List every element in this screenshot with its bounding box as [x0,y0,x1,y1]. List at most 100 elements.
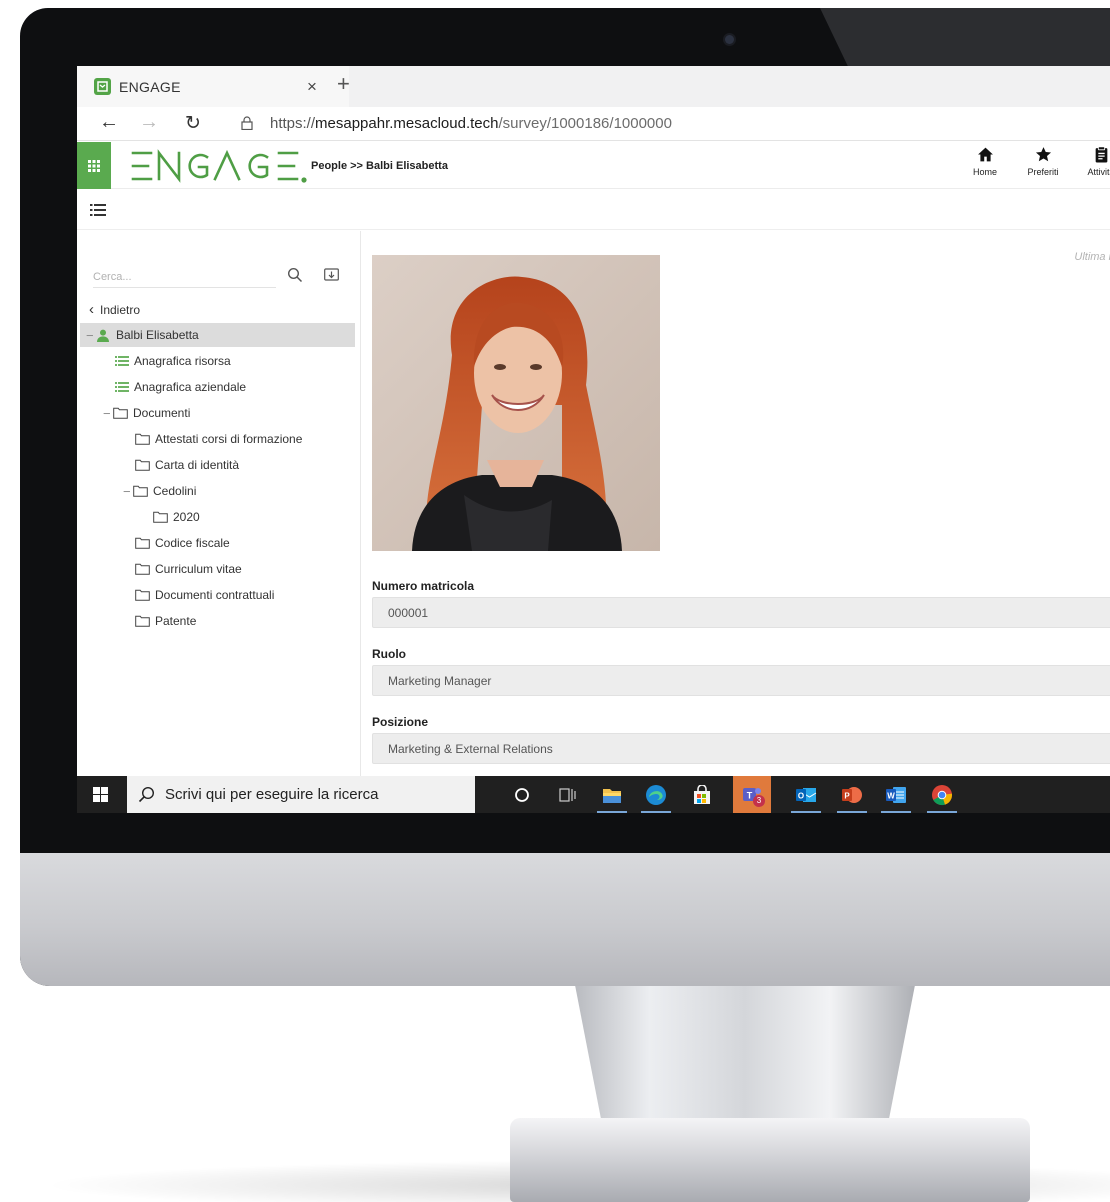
export-icon[interactable] [324,268,339,282]
active-app-indicator [641,811,671,813]
posizione-field[interactable]: Marketing & External Relations [372,733,1110,764]
teams-notification-badge: 3 [753,795,765,807]
word-icon[interactable]: W [881,782,911,813]
taskbar-search-text: Scrivi qui per eseguire la ricerca [165,786,379,803]
tree-item-label: Balbi Elisabetta [116,328,199,342]
tree-item-balbi-elisabetta[interactable]: − Balbi Elisabetta [80,323,355,347]
browser-tab[interactable]: ENGAGE × [77,66,349,107]
tree-item-label: Anagrafica risorsa [134,354,231,368]
engage-favicon-icon [94,78,111,95]
lock-icon [241,116,253,130]
engage-logo[interactable] [129,146,309,186]
numero-matricola-field[interactable]: 000001 [372,597,1110,628]
tree-item-label: 2020 [173,510,200,524]
chrome-icon[interactable] [927,782,957,813]
monitor-stand-neck [575,985,915,1125]
url-field[interactable]: https://mesappahr.mesacloud.tech/survey/… [270,115,672,132]
active-app-indicator [927,811,957,813]
tree-item-2020[interactable]: 2020 [153,505,200,529]
list-icon [115,382,129,392]
task-view-icon[interactable] [555,782,581,808]
folder-icon [135,615,150,627]
sidebar-search-input[interactable] [93,266,276,288]
monitor-glare [820,8,1110,70]
new-tab-icon[interactable]: + [337,71,350,97]
collapse-icon: − [123,483,131,499]
folder-icon [135,589,150,601]
collapse-icon: − [86,327,94,343]
powerpoint-icon[interactable]: P [837,782,867,813]
monitor-stand-base [510,1118,1030,1202]
toolbar-activities-label: Attività [1087,167,1110,177]
star-icon [1035,147,1051,162]
tree-item-label: Documenti [133,406,191,420]
active-app-indicator [791,811,821,813]
monitor: ENGAGE × + ← → ↻ https://mesappahr.mesac… [20,8,1110,986]
reload-icon[interactable]: ↻ [185,112,201,135]
windows-start-icon[interactable] [93,787,108,802]
app-header: People >> Balbi Elisabetta Home Preferit… [77,142,1110,189]
back-link[interactable]: ‹ Indietro [89,301,140,318]
toolbar-favorites-label: Preferiti [1027,167,1059,177]
tree-item-label: Documenti contrattuali [155,588,275,602]
tree-item-label: Attestati corsi di formazione [155,432,303,446]
field-label-numero-matricola: Numero matricola [372,579,475,593]
url-host: mesappahr.mesacloud.tech [315,115,499,132]
folder-icon [113,407,128,419]
list-menu-icon[interactable] [90,203,106,217]
svg-text:P: P [844,792,850,801]
outlook-icon[interactable]: O [791,782,821,813]
close-tab-icon[interactable]: × [307,77,317,97]
tree-item-curriculum-vitae[interactable]: Curriculum vitae [135,557,242,581]
sidebar: ‹ Indietro − Balbi Elisabetta Anagrafica … [77,231,361,776]
active-app-indicator [881,811,911,813]
svg-text:T: T [747,790,753,800]
tree-item-label: Anagrafica aziendale [134,380,247,394]
forward-arrow-icon[interactable]: → [139,111,159,134]
folder-icon [135,433,150,445]
tree-item-anagrafica-aziendale[interactable]: Anagrafica aziendale [115,375,246,399]
taskbar-search-box[interactable]: Scrivi qui per eseguire la ricerca [127,776,475,813]
field-label-ruolo: Ruolo [372,647,406,661]
windows-taskbar: Scrivi qui per eseguire la ricerca T 3 O… [77,776,1110,813]
svg-text:W: W [887,792,895,801]
tree-item-documenti[interactable]: − Documenti [103,401,190,425]
store-icon[interactable] [689,782,715,808]
tree-item-label: Curriculum vitae [155,562,242,576]
tree-item-cedolini[interactable]: − Cedolini [123,479,196,503]
main-content: Ultima mod Numero matricola 000001 [362,231,1110,776]
breadcrumb: People >> Balbi Elisabetta [311,160,448,172]
back-arrow-icon[interactable]: ← [99,111,119,134]
browser-tab-bar: ENGAGE × + [77,66,1110,107]
edge-browser-icon[interactable] [641,782,671,813]
folder-icon [135,537,150,549]
cortana-icon[interactable] [509,782,535,808]
tree-item-codice-fiscale[interactable]: Codice fiscale [135,531,230,555]
file-explorer-icon[interactable] [597,782,627,813]
tree-item-anagrafica-risorsa[interactable]: Anagrafica risorsa [115,349,231,373]
tree-item-label: Carta di identità [155,458,240,472]
address-bar: ← → ↻ https://mesappahr.mesacloud.tech/s… [77,107,1110,141]
toolbar-home-button[interactable]: Home [956,146,1014,177]
tree-item-label: Codice fiscale [155,536,230,550]
field-label-posizione: Posizione [372,715,429,729]
tree-item-carta-identita[interactable]: Carta di identità [135,453,239,477]
tree-item-label: Cedolini [153,484,197,498]
toolbar-activities-button[interactable]: Attività [1072,146,1110,177]
ruolo-field[interactable]: Marketing Manager [372,665,1110,696]
app-toolbar: Home Preferiti Attività [956,146,1110,177]
user-icon [97,329,109,342]
teams-icon[interactable]: T 3 [733,776,771,813]
toolbar-favorites-button[interactable]: Preferiti [1014,146,1072,177]
active-app-indicator [837,811,867,813]
tab-title: ENGAGE [119,78,181,95]
back-link-label: Indietro [100,302,141,317]
search-icon[interactable] [287,267,303,283]
tree-item-documenti-contrattuali[interactable]: Documenti contrattuali [135,583,274,607]
tree-item-label: Patente [155,614,197,628]
chevron-left-icon: ‹ [89,301,94,318]
tree-item-attestati[interactable]: Attestati corsi di formazione [135,427,302,451]
url-scheme: https:// [270,115,316,132]
tree-item-patente[interactable]: Patente [135,609,196,633]
app-launcher-grid-icon[interactable] [77,142,111,189]
